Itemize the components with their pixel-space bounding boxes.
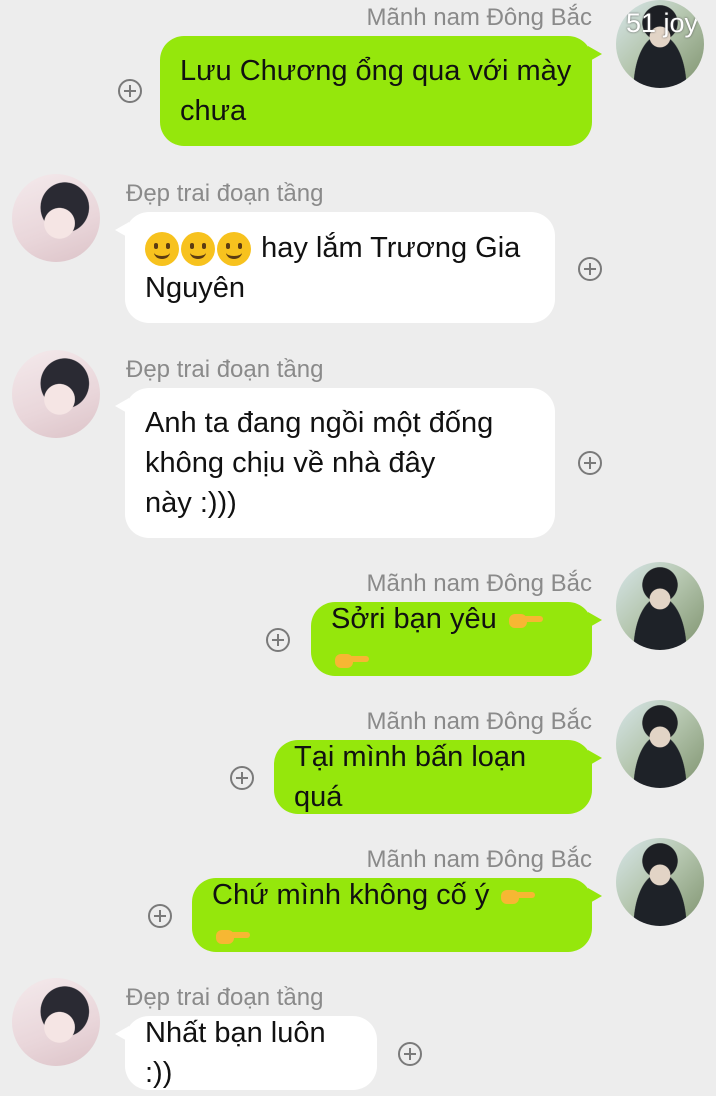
add-reaction-icon[interactable] [578, 451, 602, 475]
avatar[interactable] [12, 350, 100, 438]
message-bubble[interactable]: hay lắm Trương Gia Nguyên [115, 212, 555, 323]
avatar[interactable] [616, 562, 704, 650]
message-bubble[interactable]: Tại mình bấn loạn quá [274, 740, 602, 814]
sender-name: Đẹp trai đoạn tầng [126, 356, 324, 383]
avatar[interactable] [12, 174, 100, 262]
message-text: Chứ mình không cố ý [212, 875, 572, 955]
add-reaction-icon[interactable] [230, 766, 254, 790]
add-reaction-icon[interactable] [398, 1042, 422, 1066]
message-text: Tại mình bấn loạn quá [294, 741, 527, 813]
avatar[interactable] [12, 978, 100, 1066]
message-bubble[interactable]: Nhất bạn luôn :)) [115, 1016, 377, 1090]
message-bubble[interactable]: Chứ mình không cố ý [192, 875, 602, 955]
avatar-watermark: 51 joy [625, 8, 698, 38]
smile-emoji-icon [217, 231, 251, 266]
smile-emoji-icon [145, 231, 179, 266]
add-reaction-icon[interactable] [148, 904, 172, 928]
sender-name: Mãnh nam Đông Bắc [366, 570, 592, 597]
message-text: Sởri bạn yêu [331, 599, 572, 679]
message-bubble[interactable]: Sởri bạn yêu [311, 599, 602, 679]
pointing-hand-icon [216, 926, 250, 946]
sender-name: Mãnh nam Đông Bắc [366, 846, 592, 873]
message-text: Nhất bạn luôn :)) [145, 1017, 326, 1089]
avatar[interactable] [616, 700, 704, 788]
sender-name: Đẹp trai đoạn tầng [126, 180, 324, 207]
add-reaction-icon[interactable] [266, 628, 290, 652]
sender-name: Đẹp trai đoạn tầng [126, 984, 324, 1011]
message-bubble[interactable]: Lưu Chương ổng qua với mày chưa [160, 36, 602, 146]
avatar[interactable] [616, 838, 704, 926]
avatar[interactable]: 51 joy [616, 0, 704, 88]
message-text: hay lắm Trương Gia Nguyên [145, 231, 521, 304]
message-text: Anh ta đang ngồi một đống không chịu về … [145, 407, 494, 519]
add-reaction-icon[interactable] [118, 79, 142, 103]
sender-name: Mãnh nam Đông Bắc [366, 4, 592, 31]
smile-emoji-icon [181, 231, 215, 266]
pointing-hand-icon [335, 650, 369, 670]
pointing-hand-icon [508, 610, 543, 630]
pointing-hand-icon [501, 886, 536, 906]
message-text: Lưu Chương ổng qua với mày chưa [180, 55, 572, 127]
message-bubble[interactable]: Anh ta đang ngồi một đống không chịu về … [115, 388, 555, 538]
sender-name: Mãnh nam Đông Bắc [366, 708, 592, 735]
add-reaction-icon[interactable] [578, 257, 602, 281]
